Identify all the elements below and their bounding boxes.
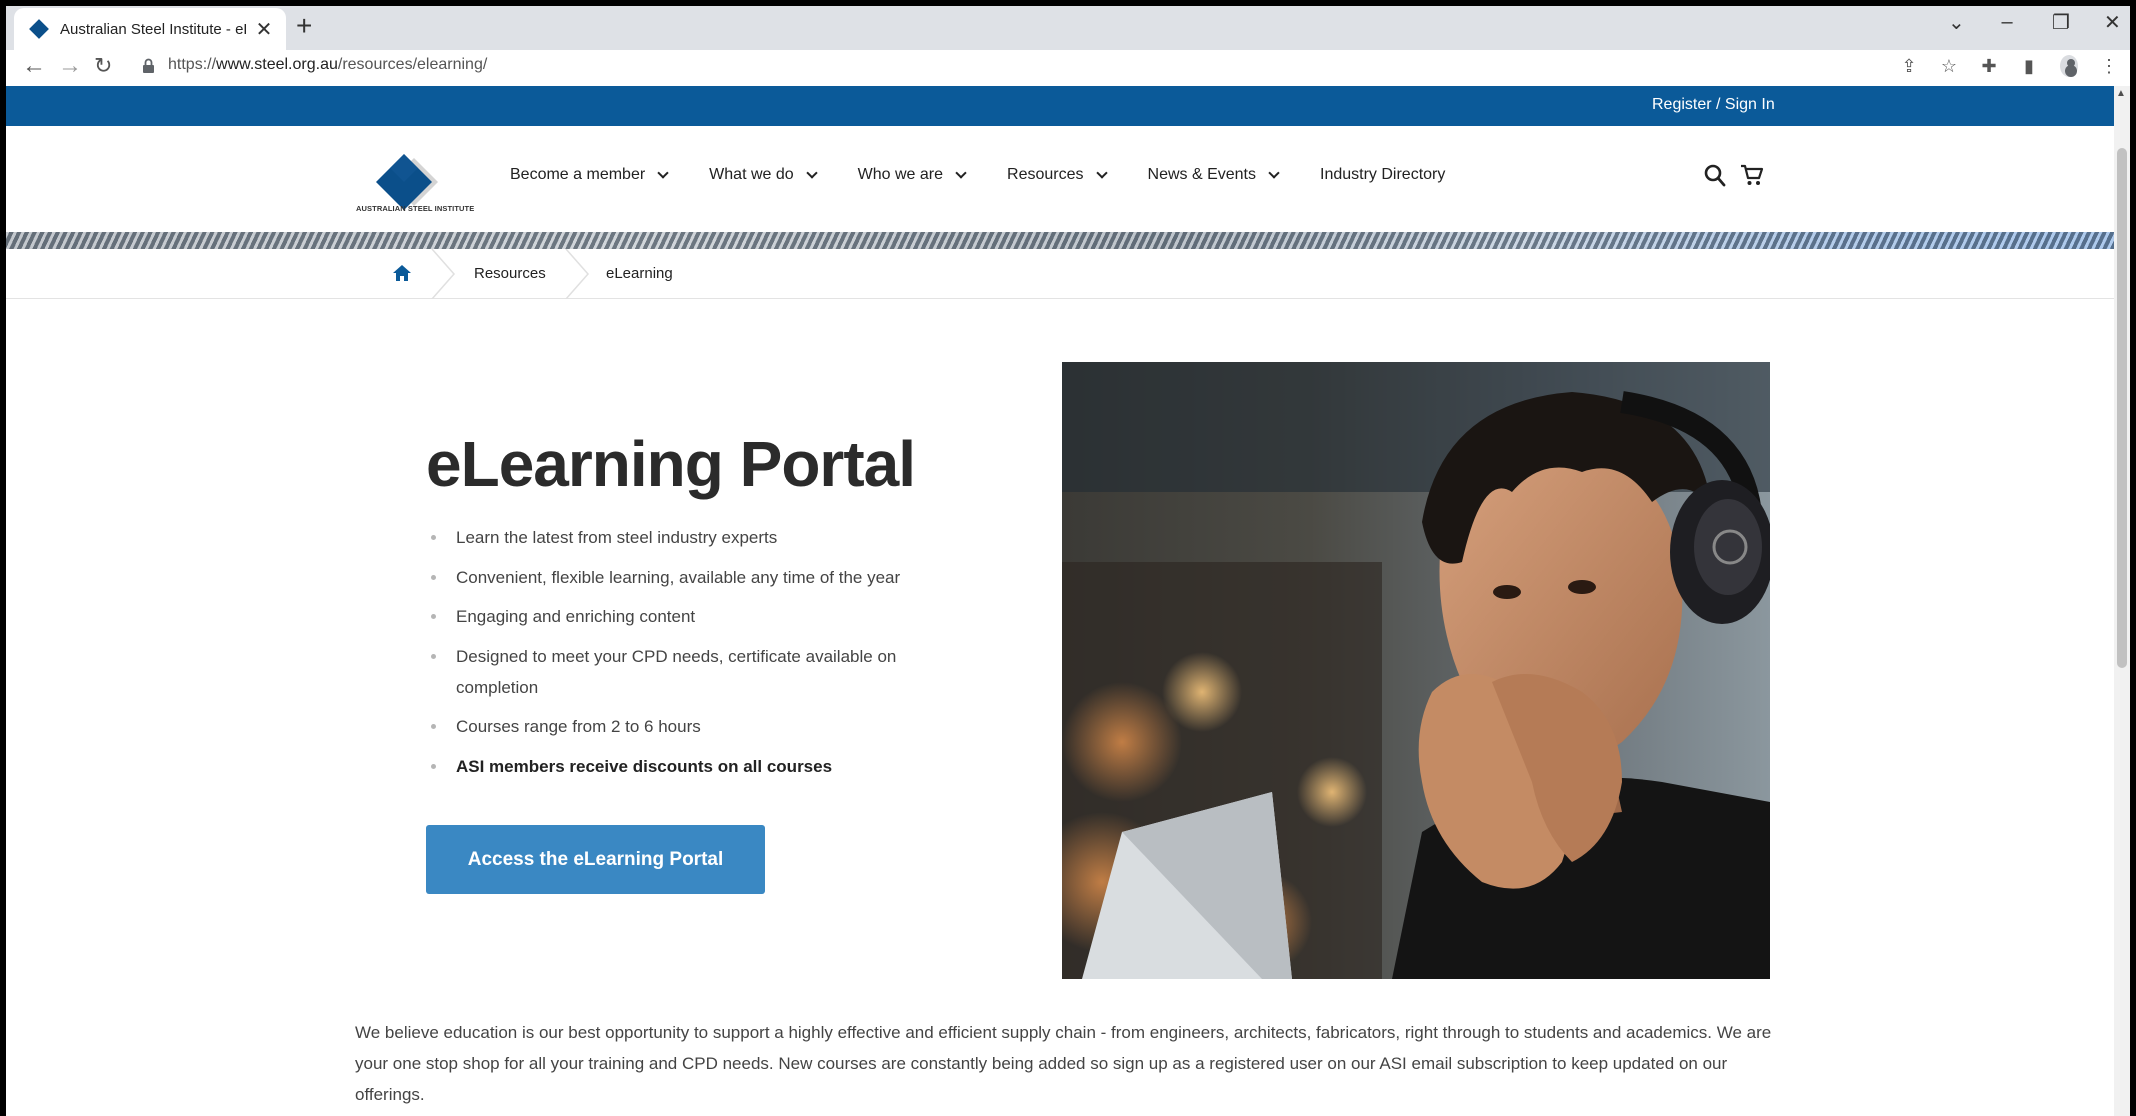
breadcrumb <box>6 249 2114 299</box>
chevron-down-icon <box>955 166 967 179</box>
menu-kebab-icon[interactable]: ⋮ <box>2100 56 2118 77</box>
scroll-up-arrow-icon[interactable]: ▲ <box>2116 88 2126 99</box>
header-banner-image <box>6 232 2114 249</box>
list-item: Learn the latest from steel industry exp… <box>430 522 950 553</box>
list-item: Courses range from 2 to 6 hours <box>430 711 950 742</box>
browser-tab-bar <box>0 0 2136 50</box>
chevron-down-icon <box>1268 166 1280 179</box>
breadcrumb-separator-icon <box>431 249 455 299</box>
bookmark-star-icon[interactable]: ☆ <box>1940 56 1958 77</box>
register-sign-in-link[interactable]: Register / Sign In <box>1652 96 1775 114</box>
extensions-icon[interactable]: ✚ <box>1980 56 1998 77</box>
restore-icon[interactable]: ❐ <box>2052 10 2070 35</box>
back-arrow-icon[interactable]: ← <box>22 52 46 80</box>
nav-resources[interactable]: Resources <box>1007 166 1108 184</box>
nav-who-we-are[interactable]: Who we are <box>858 166 967 184</box>
site-top-bar <box>6 86 2114 126</box>
window-controls: ⌄ – ❐ ✕ <box>1948 10 2121 35</box>
browser-tab[interactable]: Australian Steel Institute - eLearni ✕ <box>14 8 286 50</box>
reload-icon[interactable]: ↻ <box>94 52 112 80</box>
nav-industry-directory[interactable]: Industry Directory <box>1320 166 1445 184</box>
favicon-icon <box>29 19 49 39</box>
access-elearning-portal-button[interactable]: Access the eLearning Portal <box>426 825 765 894</box>
address-bar[interactable]: https://www.steel.org.au/resources/elear… <box>168 55 487 75</box>
scrollbar-thumb[interactable] <box>2117 148 2127 668</box>
tab-search-icon[interactable]: ⌄ <box>1948 10 1965 35</box>
breadcrumb-item-elearning: eLearning <box>606 265 673 282</box>
feature-list: Learn the latest from steel industry exp… <box>430 522 950 790</box>
search-icon[interactable] <box>1704 164 1726 188</box>
tab-title: Australian Steel Institute - eLearni <box>60 20 246 38</box>
breadcrumb-item-resources[interactable]: Resources <box>474 265 546 282</box>
list-item: Engaging and enriching content <box>430 601 950 632</box>
breadcrumb-separator-icon <box>565 249 589 299</box>
intro-paragraph: We believe education is our best opportu… <box>355 1023 1772 1104</box>
side-panel-icon[interactable]: ▮ <box>2020 56 2038 77</box>
chevron-down-icon <box>657 166 669 179</box>
page-title: eLearning Portal <box>426 428 916 500</box>
nav-what-we-do[interactable]: What we do <box>709 166 818 184</box>
list-item: Convenient, flexible learning, available… <box>430 562 950 593</box>
share-icon[interactable]: ⇪ <box>1900 56 1918 77</box>
nav-news-events[interactable]: News & Events <box>1148 166 1280 184</box>
toolbar-icons: ⇪ ☆ ✚ ▮ ⋮ <box>1900 55 2118 77</box>
chevron-down-icon <box>805 166 818 179</box>
logo-text: AUSTRALIAN STEEL INSTITUTE <box>356 204 475 213</box>
list-item: Designed to meet your CPD needs, certifi… <box>430 641 950 703</box>
close-tab-icon[interactable]: ✕ <box>254 17 274 42</box>
nav-become-a-member[interactable]: Become a member <box>510 166 669 184</box>
home-icon[interactable] <box>392 264 412 282</box>
forward-arrow-icon[interactable]: → <box>58 52 82 80</box>
lock-icon <box>143 58 154 73</box>
cart-icon[interactable] <box>1740 163 1764 187</box>
learner-photo <box>1062 362 1770 979</box>
new-tab-button[interactable]: + <box>296 12 312 40</box>
minimize-icon[interactable]: – <box>2000 11 2014 34</box>
main-navigation: Become a member What we do Who we are Re… <box>510 166 1487 184</box>
profile-avatar-icon[interactable] <box>2060 55 2078 77</box>
close-window-icon[interactable]: ✕ <box>2104 10 2121 35</box>
chevron-down-icon <box>1095 166 1108 179</box>
list-item: ASI members receive discounts on all cou… <box>430 751 950 782</box>
